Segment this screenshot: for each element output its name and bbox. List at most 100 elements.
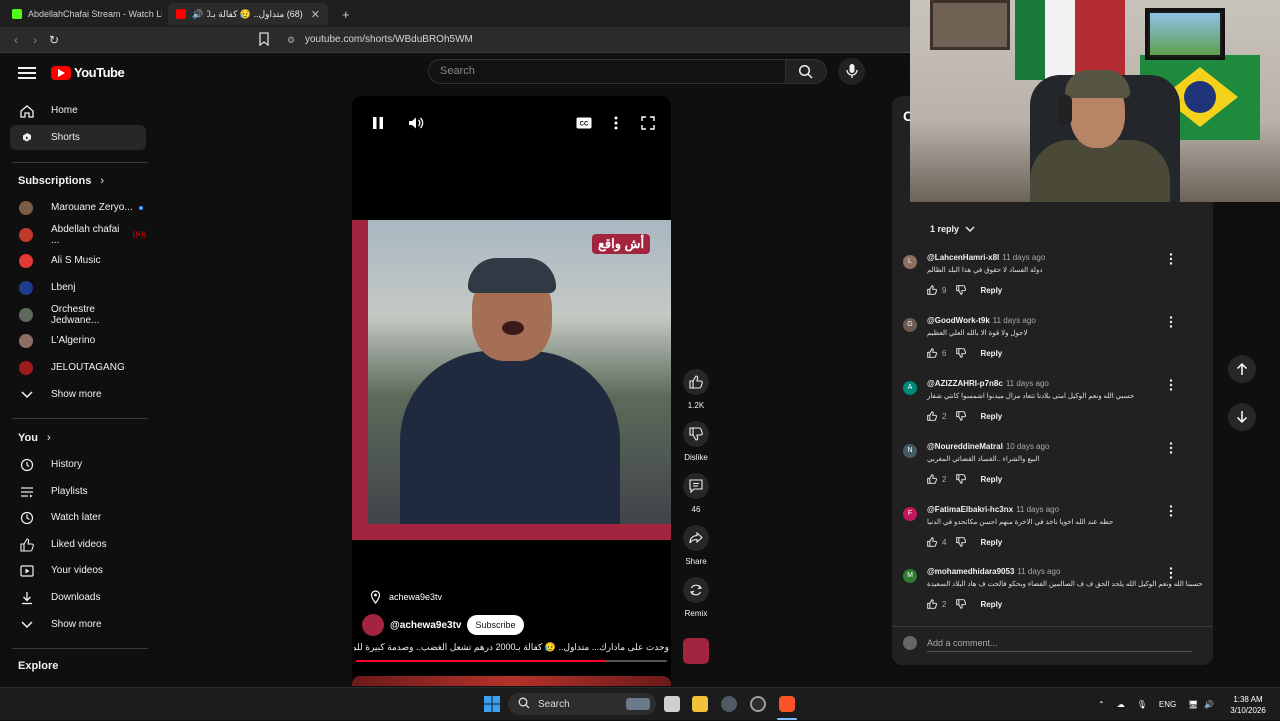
commenter-avatar[interactable]: L bbox=[903, 255, 917, 269]
reply-button[interactable]: Reply bbox=[980, 538, 1002, 547]
comment-author[interactable]: @FatimaElbakri-hc3nx bbox=[927, 505, 1013, 514]
commenter-avatar[interactable]: A bbox=[903, 381, 917, 395]
short-title[interactable]: وحدت على مادارك... متداول.. 😥 كفالة بـ20… bbox=[354, 642, 669, 653]
shorts-player[interactable]: CC أش واقع achewa9e3tv @achewa9e3tv Subs… bbox=[352, 96, 671, 686]
url-field[interactable]: youtube.com/shorts/WBduBROh5WM bbox=[305, 34, 473, 45]
sidebar-item-shorts[interactable]: Shorts bbox=[10, 125, 146, 150]
comment-menu-icon[interactable] bbox=[1169, 442, 1179, 456]
subscribe-button[interactable]: Subscribe bbox=[467, 615, 524, 635]
more-options-icon[interactable] bbox=[606, 113, 626, 133]
reply-button[interactable]: Reply bbox=[980, 600, 1002, 609]
comment-author[interactable]: @NoureddineMatral bbox=[927, 442, 1003, 451]
dislike-icon[interactable] bbox=[956, 599, 967, 609]
captions-icon[interactable]: CC bbox=[574, 113, 594, 133]
reply-button[interactable]: Reply bbox=[980, 412, 1002, 421]
search-button[interactable] bbox=[785, 59, 827, 84]
fullscreen-icon[interactable] bbox=[638, 113, 658, 133]
sidebar-item-your-videos[interactable]: Your videos bbox=[10, 558, 146, 583]
menu-icon[interactable] bbox=[18, 64, 36, 80]
sidebar-item-subscription[interactable]: Marouane Zeryo... bbox=[10, 195, 146, 220]
back-icon[interactable]: ‹ bbox=[8, 32, 24, 48]
volume-icon[interactable] bbox=[406, 113, 426, 133]
windows-start-icon[interactable] bbox=[484, 696, 500, 712]
like-icon[interactable] bbox=[927, 537, 937, 547]
channel-avatar[interactable] bbox=[362, 614, 384, 636]
sidebar-item-watch-later[interactable]: Watch later bbox=[10, 505, 146, 530]
comment-author[interactable]: @GoodWork-t9k bbox=[927, 316, 990, 325]
next-short-preview[interactable] bbox=[352, 676, 671, 686]
location-tag[interactable]: achewa9e3tv bbox=[370, 590, 442, 604]
dislike-icon[interactable] bbox=[956, 474, 967, 484]
network-icon[interactable]: 🖥 bbox=[1188, 700, 1198, 709]
commenter-avatar[interactable]: G bbox=[903, 318, 917, 332]
you-heading[interactable]: You › bbox=[18, 432, 51, 444]
sidebar-item-subscription[interactable]: Ali S Music bbox=[10, 248, 146, 273]
like-icon[interactable] bbox=[927, 411, 937, 421]
microphone-icon[interactable]: 🎙 bbox=[1137, 700, 1147, 709]
brave-browser-icon[interactable] bbox=[779, 696, 795, 712]
like-icon[interactable] bbox=[927, 474, 937, 484]
comment-menu-icon[interactable] bbox=[1169, 316, 1179, 330]
sidebar-item-home[interactable]: Home bbox=[10, 98, 146, 123]
site-info-icon[interactable]: ⚙ bbox=[283, 32, 299, 48]
sidebar-item-liked-videos[interactable]: Liked videos bbox=[10, 532, 146, 557]
comment-menu-icon[interactable] bbox=[1169, 253, 1179, 267]
add-comment-field[interactable]: Add a comment... bbox=[903, 636, 1192, 652]
dislike-icon[interactable] bbox=[956, 411, 967, 421]
comment-author[interactable]: @mohamedhidara9053 bbox=[927, 567, 1014, 576]
reply-button[interactable]: Reply bbox=[980, 475, 1002, 484]
progress-bar[interactable] bbox=[356, 660, 667, 662]
commenter-avatar[interactable]: M bbox=[903, 569, 917, 583]
comment-author[interactable]: @LahcenHamri-x8l bbox=[927, 253, 999, 262]
subscriptions-heading[interactable]: Subscriptions › bbox=[18, 175, 104, 187]
search-input[interactable]: Search bbox=[428, 59, 786, 84]
share-button[interactable]: Share bbox=[683, 525, 709, 566]
comment-time[interactable]: 11 days ago bbox=[1002, 253, 1045, 262]
file-explorer-icon[interactable] bbox=[692, 696, 708, 712]
chevron-up-icon[interactable]: ⌃ bbox=[1098, 700, 1105, 709]
remix-button[interactable]: Remix bbox=[683, 577, 709, 618]
speaker-icon[interactable]: 🔊 bbox=[1204, 700, 1214, 709]
like-icon[interactable] bbox=[927, 348, 937, 358]
comment-time[interactable]: 11 days ago bbox=[1017, 567, 1060, 576]
task-view-icon[interactable] bbox=[664, 696, 680, 712]
comment-time[interactable]: 11 days ago bbox=[1016, 505, 1059, 514]
commenter-avatar[interactable]: F bbox=[903, 507, 917, 521]
language-indicator[interactable]: ENG bbox=[1159, 700, 1176, 709]
previous-short-button[interactable] bbox=[1228, 355, 1256, 383]
voice-search-button[interactable] bbox=[838, 58, 865, 85]
obs-icon[interactable] bbox=[750, 696, 766, 712]
comment-author[interactable]: @AZIZZAHRI-p7n8c bbox=[927, 379, 1003, 388]
comment-menu-icon[interactable] bbox=[1169, 379, 1179, 393]
channel-handle[interactable]: @achewa9e3tv bbox=[390, 620, 461, 631]
next-short-button[interactable] bbox=[1228, 403, 1256, 431]
dislike-icon[interactable] bbox=[956, 348, 967, 358]
sidebar-item-subscription[interactable]: Orchestre Jedwane... bbox=[10, 302, 146, 327]
show-more-button[interactable]: Show more bbox=[10, 382, 146, 407]
camera-app-icon[interactable] bbox=[721, 696, 737, 712]
reply-button[interactable]: Reply bbox=[980, 349, 1002, 358]
like-button[interactable]: 1.2K bbox=[683, 369, 709, 410]
reply-button[interactable]: Reply bbox=[980, 286, 1002, 295]
bookmark-icon[interactable] bbox=[258, 32, 274, 48]
view-replies-button[interactable]: 1 reply bbox=[930, 224, 975, 234]
sidebar-item-subscription[interactable]: Abdellah chafai ... ((•)) bbox=[10, 222, 146, 247]
taskbar-search[interactable]: Search bbox=[508, 693, 656, 715]
like-icon[interactable] bbox=[927, 599, 937, 609]
cloud-icon[interactable]: ☁ bbox=[1117, 700, 1125, 709]
speaker-icon[interactable]: 🔊 bbox=[192, 9, 203, 20]
sidebar-item-downloads[interactable]: Downloads bbox=[10, 585, 146, 610]
dislike-icon[interactable] bbox=[956, 537, 967, 547]
sidebar-item-subscription[interactable]: Lbenj bbox=[10, 275, 146, 300]
sidebar-item-subscription[interactable]: JELOUTAGANG bbox=[10, 355, 146, 380]
comment-menu-icon[interactable] bbox=[1169, 505, 1179, 519]
youtube-logo[interactable]: YouTube bbox=[51, 65, 125, 80]
tab-youtube-short[interactable]: 🔊 (68) متداول.. 😥 كفالة بـ2000 ✕ bbox=[168, 3, 328, 25]
tab-stream[interactable]: AbdellahChafai Stream - Watch Live bbox=[4, 3, 162, 25]
forward-icon[interactable]: › bbox=[27, 32, 43, 48]
like-icon[interactable] bbox=[927, 285, 937, 295]
sidebar-item-history[interactable]: History bbox=[10, 452, 146, 477]
new-tab-button[interactable]: + bbox=[334, 3, 354, 25]
dislike-button[interactable]: Dislike bbox=[683, 421, 709, 462]
comment-time[interactable]: 11 days ago bbox=[1006, 379, 1049, 388]
